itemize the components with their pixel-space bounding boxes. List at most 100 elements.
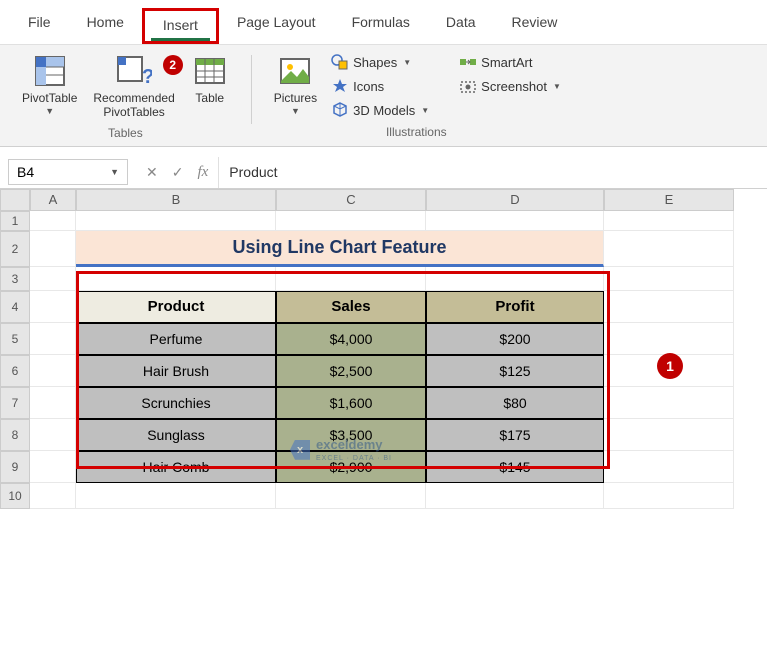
cell[interactable] xyxy=(604,267,734,291)
table-cell[interactable]: $80 xyxy=(426,387,604,419)
row-4: 4 Product Sales Profit xyxy=(0,291,767,323)
tab-formulas[interactable]: Formulas xyxy=(334,8,428,44)
cell[interactable] xyxy=(76,211,276,231)
cell[interactable] xyxy=(30,451,76,483)
shapes-button[interactable]: Shapes ▼ xyxy=(327,51,433,73)
cell[interactable] xyxy=(604,451,734,483)
chevron-down-icon: ▼ xyxy=(110,167,119,177)
step2-badge: 2 xyxy=(163,55,183,75)
cell[interactable] xyxy=(604,387,734,419)
table-cell[interactable]: $3,500 xyxy=(276,419,426,451)
col-header-c[interactable]: C xyxy=(276,189,426,211)
cell[interactable] xyxy=(276,483,426,509)
table-cell[interactable]: $125 xyxy=(426,355,604,387)
table-cell[interactable]: $4,000 xyxy=(276,323,426,355)
row-header-9[interactable]: 9 xyxy=(0,451,30,483)
tab-review[interactable]: Review xyxy=(494,8,576,44)
col-header-d[interactable]: D xyxy=(426,189,604,211)
cell[interactable] xyxy=(604,211,734,231)
cell[interactable] xyxy=(426,483,604,509)
table-button[interactable]: Table xyxy=(185,51,235,107)
screenshot-button[interactable]: Screenshot ▼ xyxy=(455,75,565,97)
cell[interactable] xyxy=(426,211,604,231)
cell[interactable] xyxy=(276,267,426,291)
table-cell[interactable]: $2,900 xyxy=(276,451,426,483)
cell[interactable] xyxy=(30,483,76,509)
row-header-2[interactable]: 2 xyxy=(0,231,30,267)
table-cell[interactable]: Scrunchies xyxy=(76,387,276,419)
recommended-pivottables-label: Recommended PivotTables xyxy=(93,91,174,120)
pivottable-button[interactable]: PivotTable ▼ xyxy=(16,51,83,118)
row-header-7[interactable]: 7 xyxy=(0,387,30,419)
table-cell[interactable]: Sunglass xyxy=(76,419,276,451)
tab-file[interactable]: File xyxy=(10,8,69,44)
3d-models-button[interactable]: 3D Models ▼ xyxy=(327,99,433,121)
cell[interactable] xyxy=(30,323,76,355)
row-header-10[interactable]: 10 xyxy=(0,483,30,509)
tab-data[interactable]: Data xyxy=(428,8,494,44)
pivottable-label: PivotTable xyxy=(22,91,77,105)
col-header-b[interactable]: B xyxy=(76,189,276,211)
svg-text:?: ? xyxy=(142,66,152,88)
table-cell[interactable]: Perfume xyxy=(76,323,276,355)
table-header-product[interactable]: Product xyxy=(76,291,276,323)
smartart-icon xyxy=(459,53,477,71)
cell[interactable] xyxy=(30,267,76,291)
tab-page-layout[interactable]: Page Layout xyxy=(219,8,334,44)
table-cell[interactable]: $175 xyxy=(426,419,604,451)
table-cell[interactable]: Hair Comb xyxy=(76,451,276,483)
ribbon-separator xyxy=(251,55,252,124)
enter-formula-icon[interactable]: ✓ xyxy=(172,164,184,181)
cell[interactable] xyxy=(30,231,76,267)
tab-home[interactable]: Home xyxy=(69,8,142,44)
tab-insert[interactable]: Insert xyxy=(142,8,219,44)
cell[interactable] xyxy=(30,211,76,231)
formula-input[interactable] xyxy=(218,157,767,188)
cell[interactable] xyxy=(604,231,734,267)
icons-button[interactable]: Icons xyxy=(327,75,433,97)
cell[interactable] xyxy=(76,267,276,291)
smartart-button[interactable]: SmartArt xyxy=(455,51,565,73)
row-7: 7 Scrunchies $1,600 $80 xyxy=(0,387,767,419)
cell[interactable] xyxy=(426,267,604,291)
cancel-formula-icon[interactable]: ✕ xyxy=(146,164,158,181)
table-header-profit[interactable]: Profit xyxy=(426,291,604,323)
cell[interactable] xyxy=(604,419,734,451)
table-cell[interactable]: $2,500 xyxy=(276,355,426,387)
row-3: 3 xyxy=(0,267,767,291)
name-box[interactable]: B4 ▼ xyxy=(8,159,128,185)
cell[interactable] xyxy=(30,291,76,323)
sheet-title[interactable]: Using Line Chart Feature xyxy=(76,231,604,267)
row-header-6[interactable]: 6 xyxy=(0,355,30,387)
cell[interactable] xyxy=(604,483,734,509)
select-all-corner[interactable] xyxy=(0,189,30,211)
table-cell[interactable]: $200 xyxy=(426,323,604,355)
col-header-a[interactable]: A xyxy=(30,189,76,211)
formula-bar: B4 ▼ ✕ ✓ fx xyxy=(0,157,767,189)
cell[interactable] xyxy=(76,483,276,509)
group-tables: PivotTable ▼ ? Recommended PivotTables 2… xyxy=(10,51,241,144)
cell[interactable] xyxy=(30,355,76,387)
cell[interactable] xyxy=(604,323,734,355)
row-header-4[interactable]: 4 xyxy=(0,291,30,323)
table-cell[interactable]: Hair Brush xyxy=(76,355,276,387)
cell[interactable] xyxy=(604,291,734,323)
name-box-value: B4 xyxy=(17,164,34,180)
row-header-5[interactable]: 5 xyxy=(0,323,30,355)
row-header-1[interactable]: 1 xyxy=(0,211,30,231)
cell[interactable] xyxy=(30,419,76,451)
table-cell[interactable]: $145 xyxy=(426,451,604,483)
col-header-e[interactable]: E xyxy=(604,189,734,211)
cell[interactable] xyxy=(276,211,426,231)
recommended-pivottables-button[interactable]: ? Recommended PivotTables 2 xyxy=(87,51,180,122)
fx-icon[interactable]: fx xyxy=(197,164,208,181)
smartart-label: SmartArt xyxy=(481,55,532,70)
row-header-8[interactable]: 8 xyxy=(0,419,30,451)
table-header-sales[interactable]: Sales xyxy=(276,291,426,323)
table-cell[interactable]: $1,600 xyxy=(276,387,426,419)
screenshot-icon xyxy=(459,77,477,95)
row-header-3[interactable]: 3 xyxy=(0,267,30,291)
cell[interactable] xyxy=(30,387,76,419)
pictures-button[interactable]: Pictures ▼ xyxy=(268,51,323,118)
table-icon xyxy=(192,53,228,89)
